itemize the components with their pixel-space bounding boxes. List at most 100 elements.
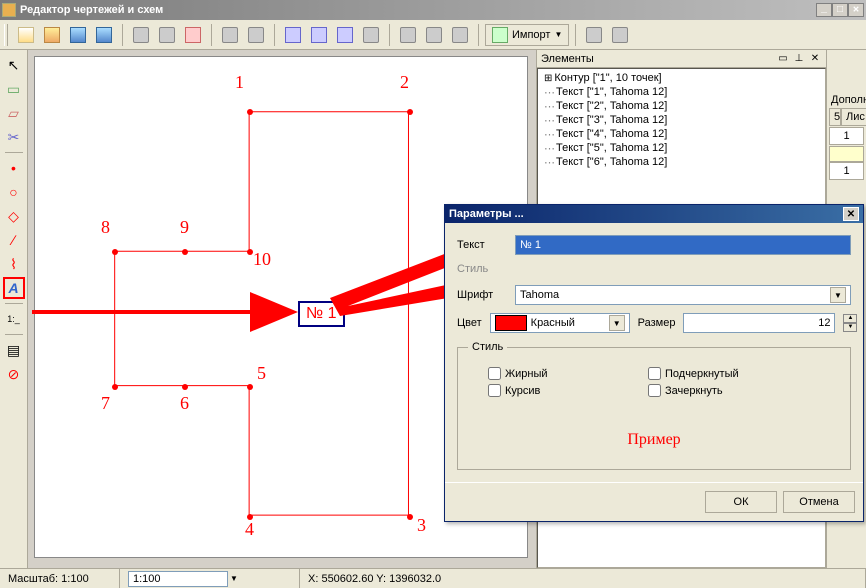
tb-saveas[interactable] [92,23,116,47]
panel-close-button[interactable]: ✕ [808,52,822,66]
point-label-7: 7 [101,393,110,414]
tb-rotate[interactable] [244,23,268,47]
tool-line[interactable]: ∕ [3,229,25,251]
tb-copy[interactable] [129,23,153,47]
scale-input[interactable] [128,571,228,587]
col-list: Лис [841,108,866,126]
tool-text[interactable]: A [3,277,25,299]
tool-polyline[interactable]: ⌇ [3,253,25,275]
point-label-10: 10 [253,249,271,270]
ok-button[interactable]: ОК [705,491,777,513]
copy-icon [133,27,149,43]
new-icon [18,27,34,43]
tool-select[interactable]: ▭ [3,78,25,100]
size-input[interactable] [683,313,835,333]
import-icon [492,27,508,43]
dialog-footer: ОК Отмена [445,482,863,521]
import-button[interactable]: Импорт ▼ [485,24,569,46]
tool-crop[interactable]: ✂ [3,126,25,148]
minimize-button[interactable]: _ [816,3,832,17]
fr-val-1[interactable]: 1 [829,127,864,145]
chevron-down-icon[interactable]: ▼ [230,574,238,583]
table-icon [311,27,327,43]
tb-layout2[interactable] [422,23,446,47]
tree-item-text[interactable]: Текст ["1", Tahoma 12] [540,85,823,99]
tb-grid2[interactable] [359,23,383,47]
size-label: Размер [638,317,676,329]
chk-strike[interactable]: Зачеркнуть [648,384,768,397]
tool-ruler[interactable]: 1:_ [3,308,25,330]
tool-circle[interactable]: ○ [3,181,25,203]
point-label-2: 2 [400,72,409,93]
color-select[interactable]: Красный ▼ [490,313,630,333]
point-5 [247,384,253,390]
font-label: Шрифт [457,289,507,301]
fr-val-2[interactable]: 1 [829,162,864,180]
tool-delete[interactable]: ⊘ [3,363,25,385]
rotate-icon [248,27,264,43]
panel-window-button[interactable]: ▭ [776,52,790,66]
tree-item-text[interactable]: Текст ["3", Tahoma 12] [540,113,823,127]
chk-italic[interactable]: Курсив [488,384,608,397]
chk-underline[interactable]: Подчеркнутый [648,367,768,380]
tb-layout1[interactable] [396,23,420,47]
style-section-label: Стиль [457,263,851,275]
main-toolbar: Импорт ▼ [0,20,866,50]
palette-icon [185,27,201,43]
tb-misc1[interactable] [582,23,606,47]
tb-gear[interactable] [448,23,472,47]
tb-misc2[interactable] [608,23,632,47]
dialog-titlebar[interactable]: Параметры ... ✕ [445,205,863,223]
tree-item-text[interactable]: Текст ["2", Tahoma 12] [540,99,823,113]
style-legend: Стиль [468,341,507,353]
text-label: Текст [457,239,507,251]
tree-item-text[interactable]: Текст ["6", Tahoma 12] [540,155,823,169]
chk-strike-input[interactable] [648,384,661,397]
statusbar: Масштаб: 1:100 ▼ X: 550602.60 Y: 1396032… [0,568,866,588]
tb-table[interactable] [307,23,331,47]
tb-axes[interactable] [218,23,242,47]
import-label: Импорт [512,29,550,41]
dialog-close-button[interactable]: ✕ [843,207,859,221]
size-spin-down[interactable]: ▼ [843,323,857,332]
chk-underline-input[interactable] [648,367,661,380]
toolbar-sep [575,24,576,46]
toolbar-grip[interactable] [4,24,8,46]
toolbar-sep [211,24,212,46]
axes-icon [222,27,238,43]
toolstrip-sep [5,334,23,335]
font-select[interactable]: Tahoma ▼ [515,285,851,305]
tb-grid1[interactable] [333,23,357,47]
size-spin-up[interactable]: ▲ [843,314,857,323]
point-label-1: 1 [235,72,244,93]
tb-new[interactable] [14,23,38,47]
tree-item-contour[interactable]: Контур ["1", 10 точек] [540,71,823,85]
tb-save[interactable] [66,23,90,47]
tool-pointer[interactable]: ↖ [3,54,25,76]
tool-point[interactable]: • [3,157,25,179]
parameters-dialog: Параметры ... ✕ Текст Стиль Шрифт Tahoma… [444,204,864,522]
tool-doc[interactable]: ▤ [3,339,25,361]
fr-highlighted-row[interactable] [829,146,864,162]
restore-button[interactable]: □ [832,3,848,17]
tb-list[interactable] [281,23,305,47]
tool-lasso[interactable]: ▱ [3,102,25,124]
tb-palette[interactable] [181,23,205,47]
tree-item-text[interactable]: Текст ["4", Tahoma 12] [540,127,823,141]
chk-italic-input[interactable] [488,384,501,397]
close-button[interactable]: ✕ [848,3,864,17]
sb-scale-label: Масштаб: 1:100 [0,569,120,588]
panel-pin-button[interactable]: ⊥ [792,52,806,66]
text-input[interactable] [515,235,851,255]
tb-open[interactable] [40,23,64,47]
point-label-6: 6 [180,393,189,414]
tb-paste[interactable] [155,23,179,47]
text-element-no1[interactable]: № 1 [298,301,345,327]
saveas-icon [96,27,112,43]
color-value: Красный [531,317,575,329]
cancel-button[interactable]: Отмена [783,491,855,513]
tool-polygon[interactable]: ◇ [3,205,25,227]
tree-item-text[interactable]: Текст ["5", Tahoma 12] [540,141,823,155]
chk-bold[interactable]: Жирный [488,367,608,380]
chk-bold-input[interactable] [488,367,501,380]
